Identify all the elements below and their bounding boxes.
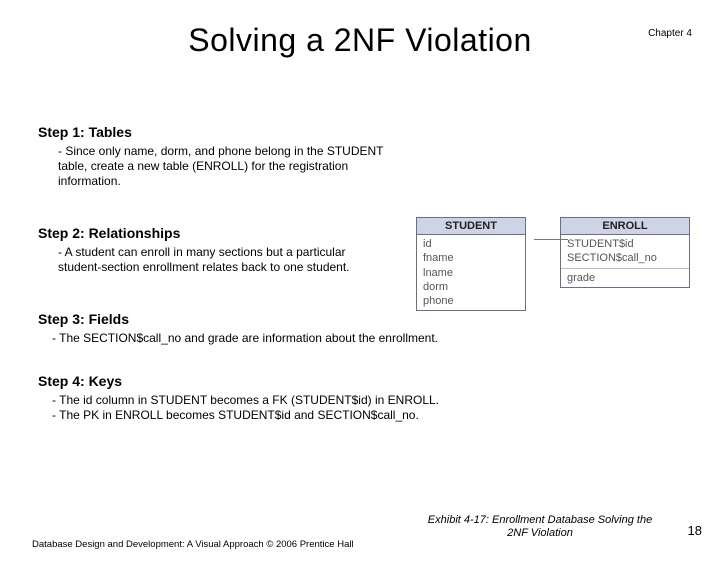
step2-body: - A student can enroll in many sections … [58, 245, 388, 275]
field: grade [567, 271, 683, 285]
step3-label: Step 3: Fields [38, 311, 690, 327]
step1-body: - Since only name, dorm, and phone belon… [58, 144, 388, 189]
step4-body2: - The PK in ENROLL becomes STUDENT$id an… [52, 408, 572, 424]
entity-enroll-keys: STUDENT$id SECTION$call_no [561, 235, 689, 268]
entity-student-header: STUDENT [417, 218, 525, 235]
entity-student: STUDENT id fname lname dorm phone [416, 217, 526, 311]
field: id [423, 237, 519, 251]
chapter-label: Chapter 4 [648, 28, 692, 39]
field: dorm [423, 280, 519, 294]
entity-enroll-fields: grade [561, 268, 689, 287]
field: fname [423, 251, 519, 265]
step3-body: - The SECTION$call_no and grade are info… [52, 331, 572, 347]
entity-enroll: ENROLL STUDENT$id SECTION$call_no grade [560, 217, 690, 288]
step1-label: Step 1: Tables [38, 124, 690, 140]
relationship-line [534, 239, 568, 240]
step4-label: Step 4: Keys [38, 373, 690, 389]
page-number: 18 [688, 523, 702, 538]
step4-body1: - The id column in STUDENT becomes a FK … [52, 393, 572, 409]
field: SECTION$call_no [567, 251, 683, 265]
er-diagram: STUDENT id fname lname dorm phone ENROLL… [416, 217, 690, 311]
field: phone [423, 294, 519, 308]
entity-enroll-header: ENROLL [561, 218, 689, 235]
slide-title: Solving a 2NF Violation [0, 22, 720, 59]
entity-student-fields: id fname lname dorm phone [417, 235, 525, 310]
field: lname [423, 266, 519, 280]
footer-text: Database Design and Development: A Visua… [32, 539, 354, 550]
field: STUDENT$id [567, 237, 683, 251]
exhibit-caption: Exhibit 4-17: Enrollment Database Solvin… [420, 514, 660, 540]
